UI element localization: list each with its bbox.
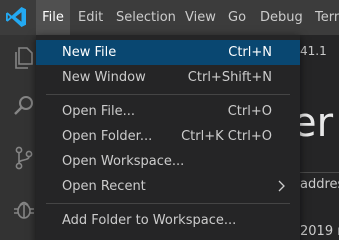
menu-item-add-folder-to-workspace[interactable]: Add Folder to Workspace...: [36, 208, 300, 233]
menu-selection[interactable]: Selection: [116, 0, 176, 35]
menu-file[interactable]: File: [36, 0, 70, 35]
menu-item-new-file[interactable]: New File Ctrl+N: [36, 40, 300, 65]
menu-item-label: New File: [62, 45, 117, 60]
menu-item-shortcut: Ctrl+O: [227, 104, 272, 119]
menu-view[interactable]: View: [185, 0, 216, 35]
file-menu-dropdown: New File Ctrl+N New Window Ctrl+Shift+N …: [36, 35, 300, 240]
chevron-right-icon: [278, 180, 285, 192]
menu-item-label: New Window: [62, 70, 146, 85]
editor-text-line: addres: [300, 177, 339, 192]
menu-edit[interactable]: Edit: [78, 0, 103, 35]
menu-item-label: Open Recent: [62, 179, 146, 194]
menu-separator: [46, 94, 290, 95]
menu-separator: [46, 203, 290, 204]
menu-item-open-file[interactable]: Open File... Ctrl+O: [36, 99, 300, 124]
divider: [294, 172, 339, 173]
menu-item-label: Open Folder...: [62, 129, 153, 144]
source-control-icon[interactable]: [10, 144, 38, 172]
menu-terminal[interactable]: Term: [315, 0, 339, 35]
search-icon[interactable]: [10, 92, 38, 120]
menu-item-new-window[interactable]: New Window Ctrl+Shift+N: [36, 65, 300, 90]
menu-go[interactable]: Go: [228, 0, 246, 35]
menu-bar: File Edit Selection View Go Debug Term: [0, 0, 339, 35]
version-text: 41.1: [300, 44, 327, 58]
menu-item-label: Add Folder to Workspace...: [62, 213, 237, 228]
menu-item-open-recent[interactable]: Open Recent: [36, 174, 300, 199]
menu-item-label: Open Workspace...: [62, 154, 185, 169]
debug-icon[interactable]: [10, 196, 38, 224]
vscode-logo-icon[interactable]: [4, 5, 28, 29]
menu-item-shortcut: Ctrl+K Ctrl+O: [181, 129, 272, 144]
vscode-window: File Edit Selection View Go Debug Term: [0, 0, 339, 240]
editor-text-line: 2019 re: [300, 224, 339, 239]
menu-debug[interactable]: Debug: [260, 0, 303, 35]
menu-item-label: Open File...: [62, 104, 136, 119]
explorer-icon[interactable]: [10, 44, 38, 72]
menu-item-open-workspace[interactable]: Open Workspace...: [36, 149, 300, 174]
menu-item-shortcut: Ctrl+Shift+N: [187, 70, 272, 85]
menu-item-open-folder[interactable]: Open Folder... Ctrl+K Ctrl+O: [36, 124, 300, 149]
menu-item-shortcut: Ctrl+N: [228, 45, 272, 60]
